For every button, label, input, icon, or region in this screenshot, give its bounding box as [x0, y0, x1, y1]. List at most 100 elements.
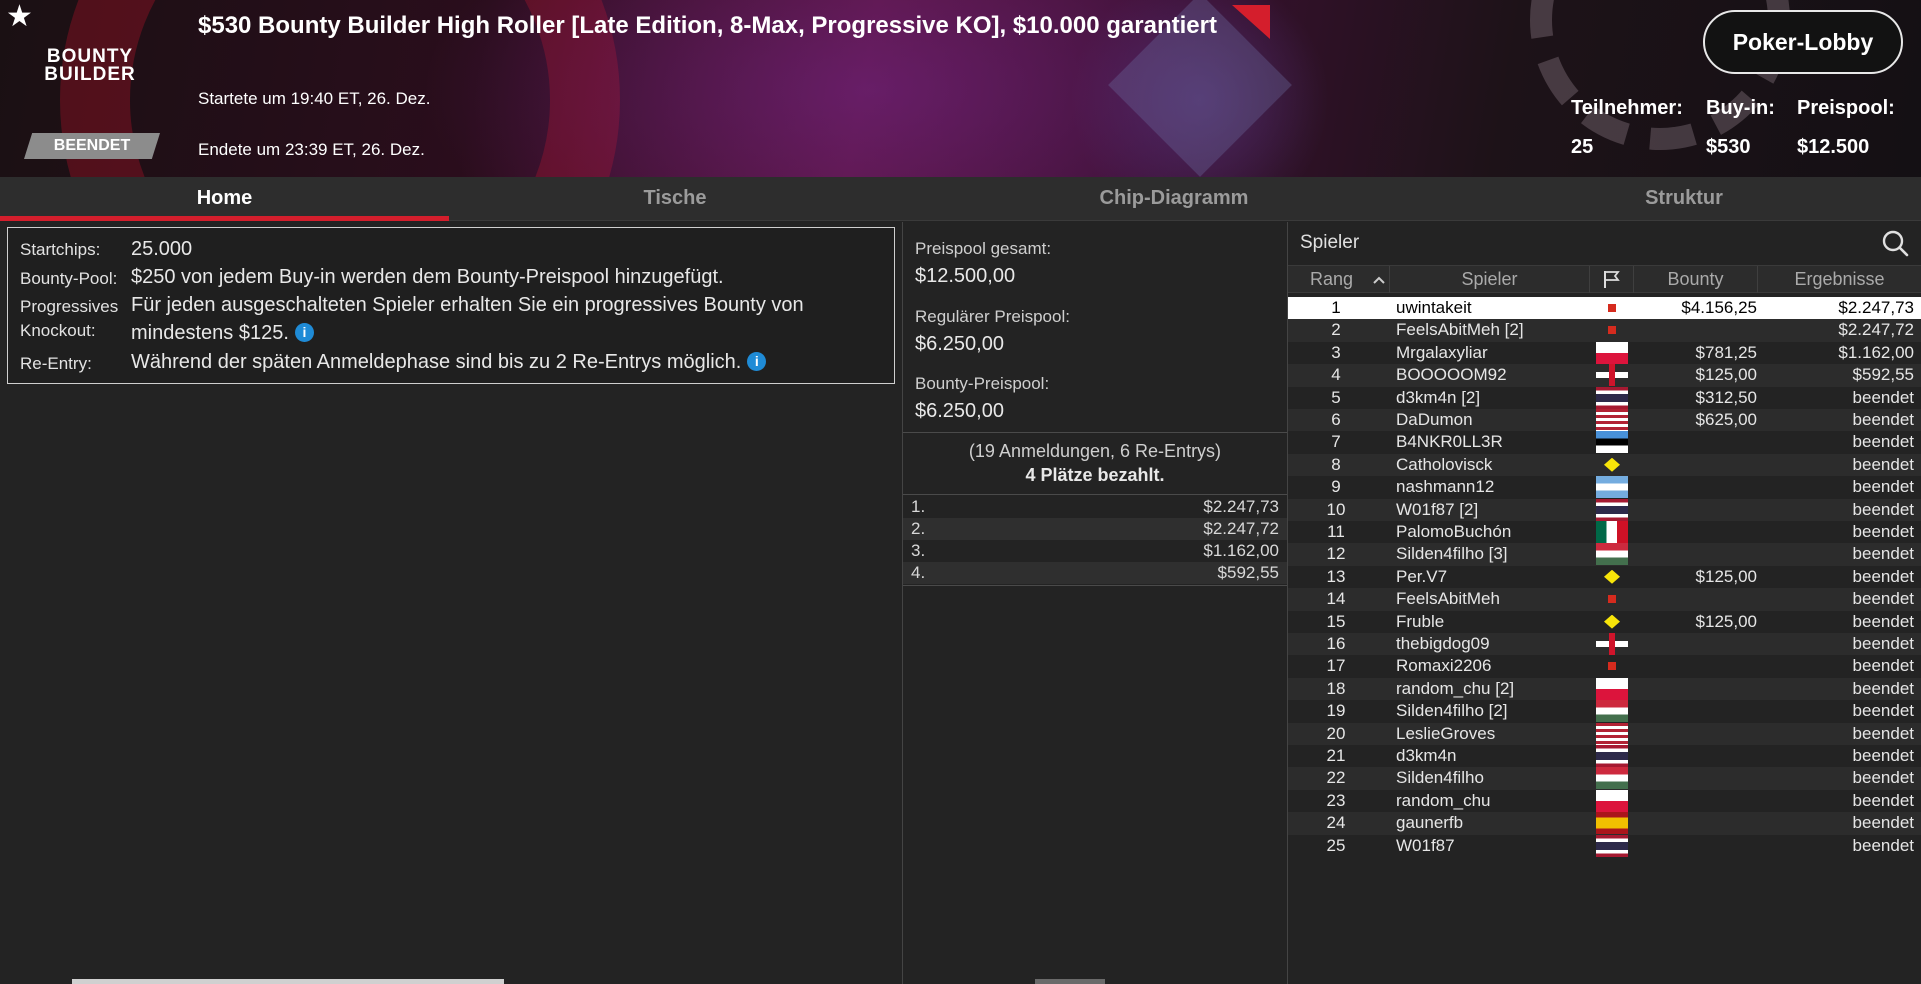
player-name: gaunerfb [1396, 813, 1464, 833]
info-icon[interactable]: i [294, 323, 314, 342]
table-row[interactable]: 20 LeslieGroves beendet [1288, 722, 1921, 745]
table-row[interactable]: 3 Mrgalaxyliar $781,25 $1.162,00 [1288, 341, 1921, 364]
player-rank: 7 [1331, 432, 1341, 452]
table-row[interactable]: 11 PalomoBuchón beendet [1288, 521, 1921, 543]
table-row[interactable]: 18 random_chu [2] beendet [1288, 677, 1921, 701]
sort-up-icon [1373, 276, 1385, 284]
player-rank: 23 [1326, 790, 1346, 810]
table-row[interactable]: 19 Silden4filho [2] beendet [1288, 700, 1921, 723]
player-rank: 11 [1327, 522, 1345, 541]
column-header-result[interactable]: Ergebnisse [1758, 266, 1921, 293]
payout-row: 4. $592,55 [903, 562, 1287, 584]
table-row[interactable]: 5 d3km4n [2] $312,50 beendet [1288, 386, 1921, 409]
table-row[interactable]: 12 Silden4filho [3] beendet [1288, 543, 1921, 566]
search-icon[interactable] [1880, 228, 1910, 258]
table-row[interactable]: 21 d3km4n beendet [1288, 745, 1921, 767]
player-result: beendet [1852, 835, 1914, 855]
player-result: beendet [1852, 410, 1914, 429]
country-flag-icon [1596, 677, 1628, 700]
payout-amount: $2.247,72 [1203, 519, 1279, 538]
player-rank: 5 [1331, 387, 1341, 407]
table-row[interactable]: 14 FeelsAbitMeh beendet [1288, 588, 1921, 611]
payout-amount: $1.162,00 [1203, 541, 1279, 560]
table-row[interactable]: 25 W01f87 beendet [1288, 834, 1921, 857]
tab-bar: Home Tische Chip-Diagramm Struktur [0, 177, 1921, 221]
player-bounty: $625,00 [1695, 410, 1757, 429]
knockout-label: Knockout: [20, 321, 96, 340]
player-name: random_chu [2] [1396, 678, 1515, 698]
player-rank: 20 [1326, 723, 1346, 743]
table-row[interactable]: 16 thebigdog09 beendet [1288, 633, 1921, 656]
tab-struktur[interactable]: Struktur [1447, 177, 1921, 221]
player-name: DaDumon [1396, 410, 1473, 429]
payout-position: 2. [911, 519, 926, 538]
table-header: Rang Spieler Bounty Ergebnisse [1288, 265, 1921, 293]
player-result: beendet [1852, 678, 1914, 698]
player-rank: 24 [1326, 813, 1346, 833]
player-bounty: $125,00 [1695, 566, 1757, 586]
table-row[interactable]: 4 BOOOOOM92 $125,00 $592,55 [1288, 364, 1921, 387]
buyin-value: $530 [1706, 136, 1751, 158]
country-flag-icon [1596, 543, 1628, 566]
table-row[interactable]: 15 Fruble $125,00 beendet [1288, 611, 1921, 633]
table-row[interactable]: 23 random_chu beendet [1288, 789, 1921, 812]
player-rank: 3 [1331, 342, 1341, 362]
column-header-player[interactable]: Spieler [1390, 266, 1590, 293]
country-flag-icon [1596, 789, 1628, 812]
reentry-label: Re-Entry: [20, 354, 92, 373]
table-row[interactable]: 17 Romaxi2206 beendet [1288, 655, 1921, 677]
table-row[interactable]: 10 W01f87 [2] beendet [1288, 498, 1921, 521]
column-header-flag[interactable] [1590, 266, 1634, 293]
start-time: Startete um 19:40 ET, 26. Dez. [198, 89, 431, 108]
table-row[interactable]: 8 Catholovisck beendet [1288, 453, 1921, 477]
horizontal-scrollbar[interactable] [1035, 979, 1105, 984]
table-row[interactable]: 7 B4NKR0LL3R beendet [1288, 431, 1921, 454]
player-name: random_chu [1396, 790, 1491, 810]
payout-row: 3. $1.162,00 [903, 540, 1287, 562]
status-badge: BEENDET [24, 133, 160, 159]
player-result: $1.162,00 [1838, 342, 1914, 362]
country-flag-icon [1596, 745, 1628, 767]
player-result: beendet [1852, 746, 1914, 765]
player-name: d3km4n [2] [1396, 387, 1481, 407]
player-name: Silden4filho [2] [1396, 701, 1508, 721]
startchips-value: 25.000 [131, 238, 193, 260]
player-rank: 1 [1331, 298, 1341, 317]
player-result: beendet [1852, 611, 1914, 631]
header-decoration [1232, 5, 1270, 39]
horizontal-scrollbar[interactable] [72, 979, 504, 984]
player-result: beendet [1852, 723, 1914, 743]
table-row[interactable]: 9 nashmann12 beendet [1288, 476, 1921, 499]
table-row[interactable]: 1 uwintakeit $4.156,25 $2.247,73 [1288, 297, 1921, 320]
info-icon[interactable]: i [747, 352, 767, 371]
player-name: W01f87 [2] [1396, 499, 1479, 519]
player-result: beendet [1852, 477, 1914, 497]
table-row[interactable]: 22 Silden4filho beendet [1288, 767, 1921, 790]
tab-home[interactable]: Home [0, 177, 449, 221]
player-name: Silden4filho [3] [1396, 544, 1508, 564]
divider [903, 494, 1287, 495]
tab-tische[interactable]: Tische [449, 177, 901, 221]
registrations-info: (19 Anmeldungen, 6 Re-Entrys) [968, 441, 1222, 461]
player-result: beendet [1852, 790, 1914, 810]
table-row[interactable]: 13 Per.V7 $125,00 beendet [1288, 566, 1921, 588]
player-search-row [1288, 222, 1921, 262]
column-header-rank[interactable]: Rang [1288, 266, 1390, 293]
table-row[interactable]: 2 FeelsAbitMeh [2] $2.247,72 [1288, 319, 1921, 342]
poker-lobby-button[interactable]: Poker-Lobby [1703, 10, 1903, 74]
player-rank: 14 [1326, 589, 1346, 609]
tab-chip-diagramm[interactable]: Chip-Diagramm [901, 177, 1447, 221]
player-bounty: $125,00 [1695, 365, 1757, 385]
prizepool-label: Preispool: [1797, 97, 1895, 119]
table-row[interactable]: 24 gaunerfb beendet [1288, 812, 1921, 835]
country-flag-icon [1596, 812, 1628, 835]
column-header-bounty[interactable]: Bounty [1634, 266, 1758, 293]
country-flag-icon [1596, 498, 1628, 521]
table-row[interactable]: 6 DaDumon $625,00 beendet [1288, 409, 1921, 432]
player-rank: 4 [1331, 365, 1341, 385]
player-search-input[interactable] [1300, 230, 1860, 256]
star-icon[interactable]: ★ [6, 0, 33, 34]
regular-pool-label: Regulärer Preispool: [915, 307, 1070, 326]
player-rank: 25 [1326, 835, 1346, 855]
player-result: beendet [1852, 813, 1914, 833]
